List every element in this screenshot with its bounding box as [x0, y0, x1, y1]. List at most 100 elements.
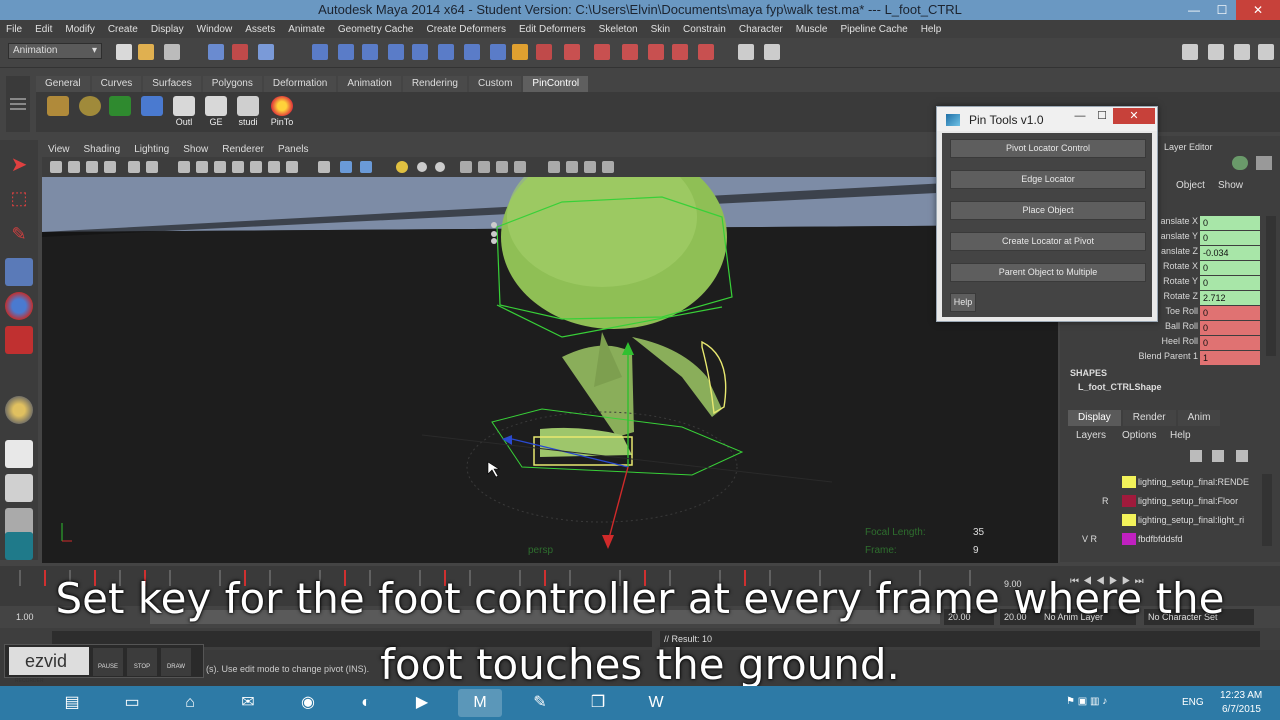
language-indicator[interactable]: ENG	[1182, 697, 1204, 708]
shelf-sphere-button[interactable]	[76, 96, 104, 128]
place-object-button[interactable]: Place Object	[950, 201, 1146, 220]
hypershade-icon[interactable]	[648, 44, 664, 60]
shelf-menu-handle[interactable]	[6, 76, 30, 132]
panel-menu-renderer[interactable]: Renderer	[222, 144, 264, 155]
paint-icon[interactable]: ✎	[518, 689, 562, 717]
attr-value-translate-y[interactable]: 0	[1200, 231, 1260, 245]
menu-muscle[interactable]: Muscle	[796, 24, 828, 35]
single-perspective-layout-icon[interactable]	[5, 440, 33, 468]
menu-file[interactable]: File	[6, 24, 22, 35]
attribute-editor-icon[interactable]	[1208, 44, 1224, 60]
new-layer-icon[interactable]	[1190, 450, 1202, 462]
layer-menu-layers[interactable]: Layers	[1076, 430, 1106, 441]
channel-menu-show[interactable]: Show	[1218, 180, 1243, 191]
home-icon[interactable]: ⌂	[168, 689, 212, 717]
menu-assets[interactable]: Assets	[245, 24, 275, 35]
layer-scrollbar[interactable]	[1262, 474, 1272, 546]
shelf-tab-general[interactable]: General	[36, 76, 90, 92]
panel-toolbar-icons[interactable]	[42, 157, 642, 177]
shelf-graph-editor-button[interactable]: GE	[202, 96, 230, 128]
desktop-icon[interactable]: ▭	[110, 689, 154, 717]
ipr-render-icon[interactable]	[594, 44, 610, 60]
attr-value-toe-roll[interactable]: 0	[1200, 306, 1260, 320]
four-view-layout-icon[interactable]	[5, 474, 33, 502]
media-icon[interactable]: ▶	[400, 689, 444, 717]
channel-settings-icon[interactable]	[1256, 156, 1272, 170]
tray-icons[interactable]: ⚑ ▣ ▥ ♪	[1066, 696, 1107, 707]
layer-tab-display[interactable]: Display	[1068, 410, 1121, 426]
attr-value-translate-z[interactable]: -0.034	[1200, 246, 1260, 260]
window-app-icon[interactable]: ❒	[576, 689, 620, 717]
pin-tools-help-button[interactable]: Help	[950, 293, 976, 312]
clock-date[interactable]: 6/7/2015	[1222, 704, 1261, 715]
layer-menu-options[interactable]: Options	[1122, 430, 1156, 441]
last-tool-icon[interactable]	[5, 396, 33, 424]
pin-tools-maximize-button[interactable]: ☐	[1091, 108, 1113, 124]
panel-menu-view[interactable]: View	[48, 144, 70, 155]
close-button[interactable]: ✕	[1236, 0, 1280, 20]
chrome-icon[interactable]: ◉	[286, 689, 330, 717]
attr-value-ball-roll[interactable]: 0	[1200, 321, 1260, 335]
layer-menu-help[interactable]: Help	[1170, 430, 1191, 441]
layer-row[interactable]: R lighting_setup_final:Floor	[1072, 493, 1258, 509]
rotate-tool-icon[interactable]	[5, 292, 33, 320]
modeling-toolkit-icon[interactable]	[1182, 44, 1198, 60]
channel-box-toggle-icon[interactable]	[1232, 156, 1248, 170]
scene-view[interactable]	[42, 177, 1058, 563]
minimize-button[interactable]: —	[1180, 0, 1208, 20]
output-ops-icon[interactable]	[490, 44, 506, 60]
lasso-tool-icon[interactable]: ⬚	[5, 188, 33, 216]
menu-animate[interactable]: Animate	[288, 24, 325, 35]
shape-node-name[interactable]: L_foot_CTRLShape	[1078, 382, 1162, 392]
select-object-icon[interactable]	[232, 44, 248, 60]
layer-row[interactable]: lighting_setup_final:RENDE	[1072, 474, 1258, 490]
pivot-locator-control-button[interactable]: Pivot Locator Control	[950, 139, 1146, 158]
maya-taskbar-icon[interactable]: M	[458, 689, 502, 717]
shelf-cube-button[interactable]	[44, 96, 72, 128]
menu-pipeline-cache[interactable]: Pipeline Cache	[840, 24, 907, 35]
input-ops-icon[interactable]	[464, 44, 480, 60]
shelf-tab-deformation[interactable]: Deformation	[263, 76, 337, 92]
clock-time[interactable]: 12:23 AM	[1220, 690, 1262, 701]
menu-skin[interactable]: Skin	[651, 24, 670, 35]
menu-help[interactable]: Help	[921, 24, 942, 35]
layer-row[interactable]: lighting_setup_final:light_ri	[1072, 512, 1258, 528]
layer-color-swatch[interactable]	[1122, 495, 1136, 507]
menu-create-deformers[interactable]: Create Deformers	[427, 24, 506, 35]
edge-locator-button[interactable]: Edge Locator	[950, 170, 1146, 189]
parent-object-to-multiple-button[interactable]: Parent Object to Multiple	[950, 263, 1146, 282]
tool-settings-toggle-icon[interactable]	[764, 44, 780, 60]
mail-icon[interactable]: ✉	[226, 689, 270, 717]
shelf-tab-custom[interactable]: Custom	[468, 76, 522, 92]
media-player-icon[interactable]: ◐	[344, 689, 388, 717]
pin-tools-close-button[interactable]: ✕	[1113, 108, 1155, 124]
snap-curve-icon[interactable]	[338, 44, 354, 60]
menu-window[interactable]: Window	[197, 24, 233, 35]
snap-plane-icon[interactable]	[388, 44, 404, 60]
shelf-outliner-button[interactable]: Outl	[170, 96, 198, 128]
paint-select-tool-icon[interactable]: ✎	[5, 224, 33, 252]
menu-skeleton[interactable]: Skeleton	[599, 24, 638, 35]
create-locator-at-pivot-button[interactable]: Create Locator at Pivot	[950, 232, 1146, 251]
panel-menu-lighting[interactable]: Lighting	[134, 144, 169, 155]
perspective-viewport[interactable]: Focal Length: 35 Frame: 9 persp	[42, 177, 1058, 563]
menu-create[interactable]: Create	[108, 24, 138, 35]
render-region-icon[interactable]	[698, 44, 714, 60]
layer-row[interactable]: V R fbdfbfddsfd	[1072, 531, 1258, 547]
word-icon[interactable]: W	[634, 689, 678, 717]
snap-point-icon[interactable]	[362, 44, 378, 60]
layer-arrange-icon[interactable]	[1236, 450, 1248, 462]
shelf-tab-rendering[interactable]: Rendering	[402, 76, 467, 92]
attr-value-translate-x[interactable]: 0	[1200, 216, 1260, 230]
attr-value-heel-roll[interactable]: 0	[1200, 336, 1260, 350]
panel-menu-show[interactable]: Show	[183, 144, 208, 155]
snap-surface-icon[interactable]	[412, 44, 428, 60]
layer-tab-anim[interactable]: Anim	[1177, 410, 1221, 426]
new-layer-selected-icon[interactable]	[1212, 450, 1224, 462]
panel-menu-shading[interactable]: Shading	[84, 144, 121, 155]
shelf-locator-button[interactable]	[138, 96, 166, 128]
channel-menu-object[interactable]: Object	[1176, 180, 1205, 191]
attr-value-rotate-z[interactable]: 2.712	[1200, 291, 1260, 305]
attr-value-rotate-y[interactable]: 0	[1200, 276, 1260, 290]
shelf-tab-surfaces[interactable]: Surfaces	[143, 76, 201, 92]
